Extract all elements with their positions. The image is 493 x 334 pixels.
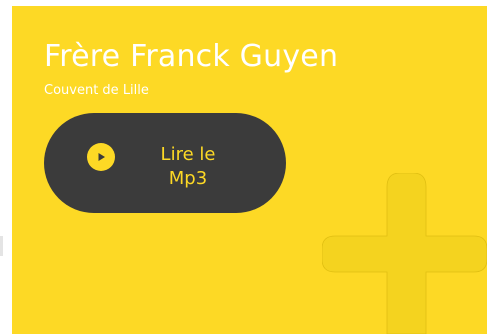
- play-mp3-label: Lire le Mp3: [160, 144, 216, 189]
- friar-name: Frère Franck Guyen: [44, 39, 339, 74]
- play-mp3-button[interactable]: Lire le Mp3: [44, 113, 286, 213]
- cross-icon: [322, 173, 487, 334]
- convent-name: Couvent de Lille: [44, 83, 149, 98]
- play-icon: [87, 143, 115, 171]
- friar-card: Frère Franck Guyen Couvent de Lille Lire…: [12, 6, 487, 334]
- page-edge-marker: [0, 236, 3, 256]
